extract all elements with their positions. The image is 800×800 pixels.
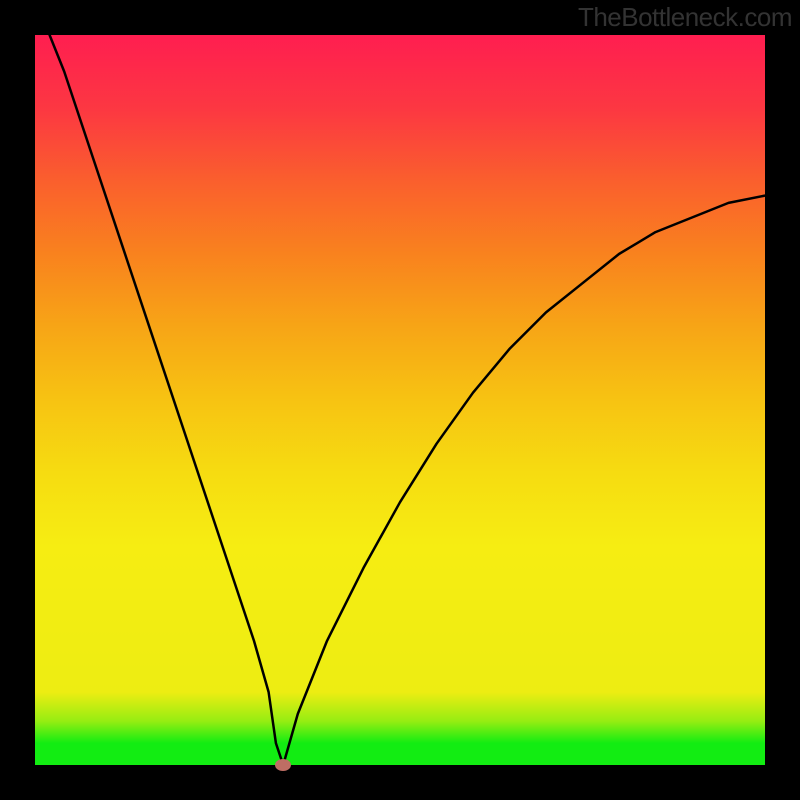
- watermark-text: TheBottleneck.com: [578, 2, 792, 33]
- optimum-marker: [275, 759, 291, 771]
- chart-plot-area: [35, 35, 765, 765]
- bottleneck-curve: [35, 35, 765, 765]
